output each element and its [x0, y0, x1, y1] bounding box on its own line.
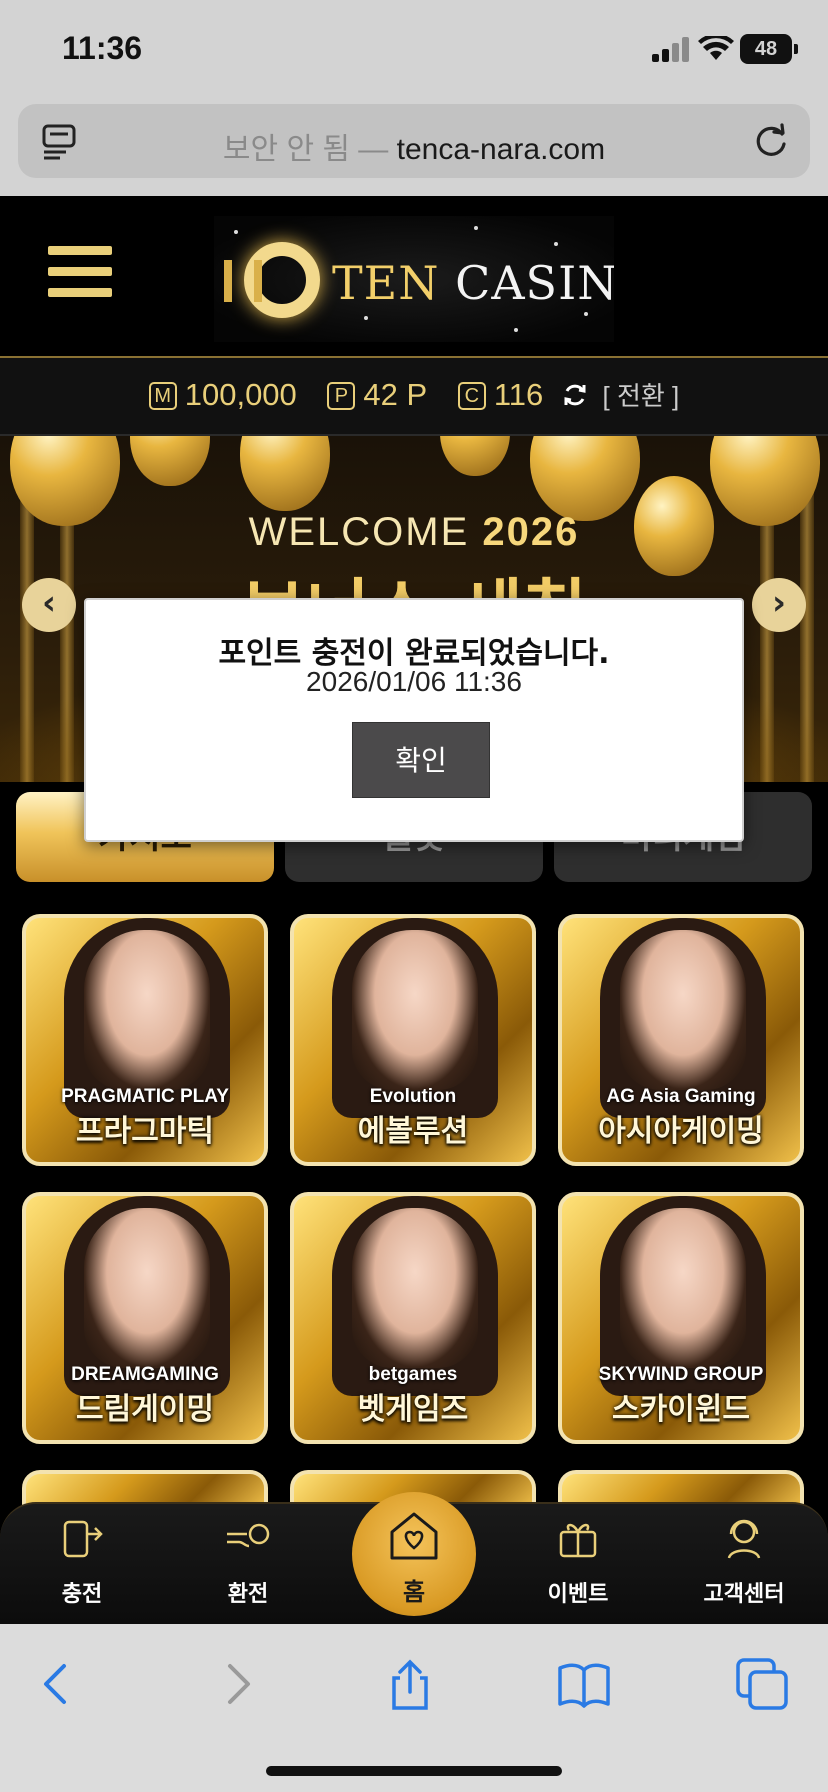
wifi-icon	[698, 36, 734, 60]
logo-mark-icon	[224, 242, 320, 318]
balloon	[130, 436, 210, 486]
browser-address-area: 보안 안 됨 — tenca-nara.com	[0, 96, 828, 196]
provider-logo: Evolution	[369, 1086, 457, 1107]
model-image	[352, 1208, 478, 1368]
game-card-dreamgaming[interactable]: DREAMGAMING 드림게이밍	[22, 1192, 268, 1444]
game-name: 벳게임즈	[357, 1392, 469, 1427]
home-heart-icon	[390, 1512, 438, 1560]
banner-next-button[interactable]: ›	[752, 578, 806, 632]
game-card-asia-gaming[interactable]: AG Asia Gaming 아시아게이밍	[558, 914, 804, 1166]
gift-icon	[559, 1523, 597, 1558]
provider-logo: SKYWIND GROUP	[598, 1364, 764, 1385]
convert-button[interactable]: [ 전환 ]	[603, 381, 680, 411]
model-image	[620, 930, 746, 1090]
model-image	[84, 1208, 210, 1368]
nav-charge[interactable]: 충전	[22, 1514, 142, 1622]
provider-logo: betgames	[368, 1364, 458, 1385]
bookmarks-icon[interactable]	[556, 1656, 612, 1712]
game-name: 아시아게이밍	[598, 1114, 764, 1149]
logo-text: TEN CASINO	[332, 256, 614, 310]
nav-support-label: 고객센터	[703, 1582, 785, 1607]
game-card-pragmatic[interactable]: PRAGMATIC PLAY 프라그마틱	[22, 914, 268, 1166]
back-icon[interactable]	[30, 1656, 86, 1712]
convert-refresh-icon[interactable]	[562, 382, 588, 408]
provider-logo: PRAGMATIC PLAY	[61, 1086, 229, 1107]
point-icon: P	[327, 382, 356, 410]
ten-casino-logo[interactable]: TEN CASINO	[214, 216, 614, 342]
game-name: 에볼루션	[357, 1114, 469, 1149]
nav-home-button[interactable]: 홈	[352, 1492, 476, 1616]
game-card-evolution[interactable]: Evolution 에볼루션	[290, 914, 536, 1166]
balloon	[440, 436, 510, 476]
browser-toolbar	[0, 1624, 828, 1792]
hamburger-menu-icon[interactable]	[48, 246, 112, 302]
address-text[interactable]: 보안 안 됨 — tenca-nara.com	[18, 124, 810, 168]
provider-logo: DREAMGAMING	[71, 1364, 219, 1385]
status-bar: 11:36 48	[0, 0, 828, 96]
money-icon: M	[148, 382, 177, 410]
share-icon[interactable]	[382, 1656, 438, 1712]
status-time: 11:36	[62, 30, 143, 66]
model-image	[352, 930, 478, 1090]
exchange-icon	[227, 1523, 270, 1548]
game-name: 드림게이밍	[76, 1392, 214, 1427]
reload-icon[interactable]	[752, 122, 790, 160]
game-name: 프라그마틱	[76, 1114, 214, 1149]
banner-prev-button[interactable]: ‹	[22, 578, 76, 632]
game-grid: PRAGMATIC PLAY 프라그마틱 Evolution 에볼루션 AG A…	[0, 912, 828, 1512]
support-agent-icon	[727, 1519, 761, 1559]
home-indicator	[266, 1766, 562, 1776]
nav-support[interactable]: 고객센터	[684, 1514, 804, 1622]
nav-exchange-label: 환전	[227, 1582, 269, 1607]
battery-icon: 48	[740, 34, 798, 64]
model-image	[620, 1208, 746, 1368]
nav-exchange[interactable]: 환전	[188, 1514, 308, 1622]
alert-date: 2026/01/06 11:36	[306, 666, 522, 697]
nav-charge-label: 충전	[61, 1582, 103, 1607]
charge-icon	[63, 1520, 103, 1558]
forward-icon[interactable]	[208, 1656, 264, 1712]
tabs-icon[interactable]	[734, 1656, 790, 1712]
nav-event-label: 이벤트	[547, 1582, 609, 1607]
balance-bar: M 100,000 P 42 P C 116 [ 전환 ]	[0, 356, 828, 436]
game-card-skywind[interactable]: SKYWIND GROUP 스카이윈드	[558, 1192, 804, 1444]
game-name: 스카이윈드	[612, 1392, 750, 1427]
money-balance: 100,000	[184, 377, 297, 412]
nav-home-label: 홈	[402, 1578, 426, 1606]
cellular-signal-icon	[652, 36, 692, 62]
address-bar[interactable]: 보안 안 됨 — tenca-nara.com	[18, 104, 810, 178]
url-domain: tenca-nara.com	[396, 133, 606, 166]
nav-event[interactable]: 이벤트	[518, 1514, 638, 1622]
site-header: TEN CASINO	[0, 196, 828, 356]
alert-dialog: 포인트 충전이 완료되었습니다. 2026/01/06 11:36 확인	[84, 598, 744, 842]
point-balance: 42 P	[363, 377, 428, 412]
model-image	[84, 930, 210, 1090]
coin-icon: C	[457, 382, 486, 410]
balloon	[240, 436, 330, 511]
coin-balance: 116	[493, 377, 544, 412]
provider-logo: AG Asia Gaming	[606, 1086, 756, 1107]
balloon	[530, 436, 640, 521]
banner-welcome: WELCOME 2026	[248, 510, 580, 554]
ok-button[interactable]: 확인	[352, 722, 490, 798]
game-card-betgames[interactable]: betgames 벳게임즈	[290, 1192, 536, 1444]
insecure-label: 보안 안 됨 —	[222, 133, 389, 166]
